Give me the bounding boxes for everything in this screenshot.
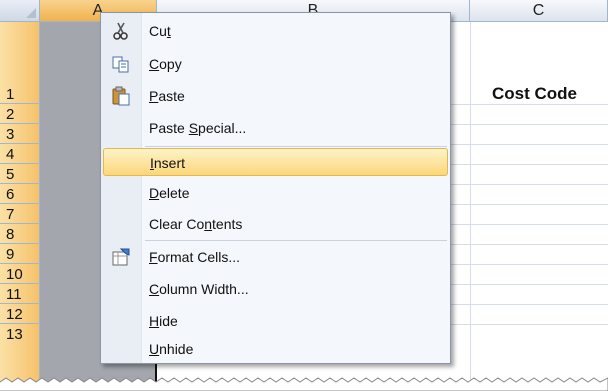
row-number: 8 [6,226,15,243]
menu-item-label: Unhide [149,341,194,357]
menu-item-hide[interactable]: Hide [103,307,448,335]
menu-item-label: Clear Contents [149,216,243,232]
row-number: 11 [6,286,22,303]
scissors-icon [113,22,128,40]
select-all-icon [26,8,36,18]
row-number: 1 [6,86,15,103]
row-header-5[interactable]: 5 [0,164,40,184]
row-header-11[interactable]: 11 [0,284,40,304]
menu-separator [145,146,447,147]
menu-item-unhide[interactable]: Unhide [103,335,448,363]
menu-item-label: Hide [149,313,178,329]
row-number: 6 [6,186,15,203]
row-number: 3 [6,126,15,143]
menu-item-paste[interactable]: Paste [103,82,448,110]
row-header-13[interactable]: 13 [0,324,40,382]
menu-item-label: Format Cells... [149,249,241,265]
row-header-9[interactable]: 9 [0,244,40,264]
menu-item-cut[interactable]: Cut [103,17,448,45]
row-number: 13 [6,326,23,343]
copy-icon [112,56,129,73]
row-number: 5 [6,166,15,183]
menu-item-label: Paste Special... [149,120,247,136]
column-c-letter: C [532,2,545,19]
row-header-6[interactable]: 6 [0,184,40,204]
row-header-7[interactable]: 7 [0,204,40,224]
menu-item-format-cells[interactable]: Format Cells... [103,243,448,271]
menu-item-column-width[interactable]: Column Width... [103,275,448,303]
row-header-2[interactable]: 2 [0,104,40,124]
row-number: 4 [6,146,15,163]
menu-item-label: Delete [149,185,190,201]
row-header-10[interactable]: 10 [0,264,40,284]
menu-item-delete[interactable]: Delete [103,179,448,207]
row-number: 9 [6,246,15,263]
row-number: 2 [6,106,15,123]
menu-item-label: Cut [149,23,171,39]
select-all-corner[interactable] [0,0,40,22]
menu-item-label: Copy [149,56,182,72]
row-header-3[interactable]: 3 [0,124,40,144]
row-header-4[interactable]: 4 [0,144,40,164]
context-menu: Cut Copy Paste Paste Special... Insert D… [100,12,451,364]
row-number: 10 [6,266,23,283]
menu-separator [145,240,447,241]
format-cells-icon [112,248,130,266]
menu-item-clear-contents[interactable]: Clear Contents [103,210,448,238]
menu-item-label: Paste [149,88,185,104]
row-header-8[interactable]: 8 [0,224,40,244]
menu-item-label: Insert [150,155,186,171]
row-header-1[interactable]: 1 [0,22,40,104]
paste-icon [112,86,130,106]
menu-item-copy[interactable]: Copy [103,50,448,78]
menu-item-label: Column Width... [149,281,249,297]
row-number: 12 [6,306,23,323]
menu-item-paste-special[interactable]: Paste Special... [103,114,448,142]
row-number: 7 [6,206,15,223]
column-header-c[interactable]: C [470,0,608,22]
row-header-12[interactable]: 12 [0,304,40,324]
torn-edge [0,377,608,391]
menu-item-insert[interactable]: Insert [103,148,448,176]
cell-c1-header: Cost Code [492,84,577,103]
